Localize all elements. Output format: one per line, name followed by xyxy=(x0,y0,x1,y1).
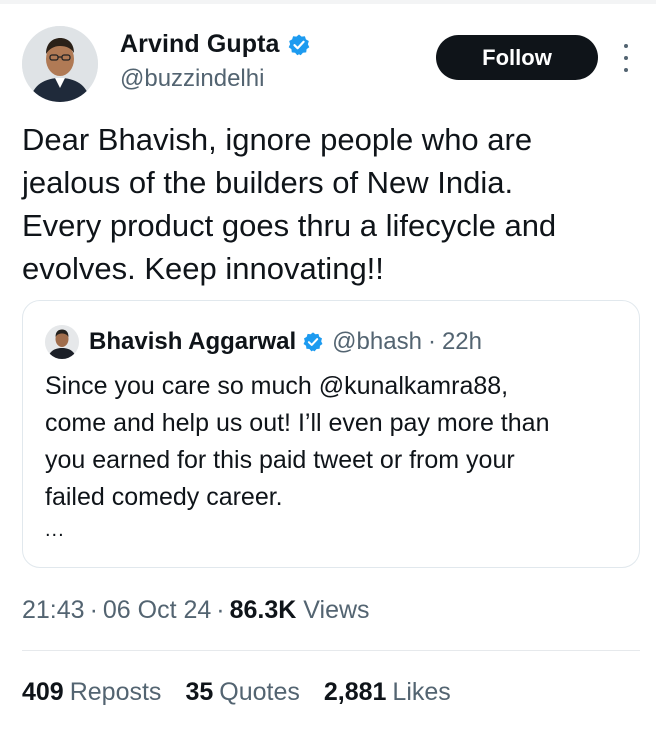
quoted-timestamp[interactable]: 22h xyxy=(442,328,482,356)
follow-button[interactable]: Follow xyxy=(436,35,598,80)
likes-label: Likes xyxy=(392,678,451,706)
views-label: Views xyxy=(303,596,370,624)
top-divider xyxy=(0,0,656,4)
tweet-text-line: jealous of the builders of New India. xyxy=(22,165,514,200)
views-count: 86.3K xyxy=(229,596,297,624)
quoted-tweet-card[interactable]: Bhavish Aggarwal @bhash · 22h Since you … xyxy=(22,300,640,568)
verified-badge-icon xyxy=(303,332,323,352)
person-avatar-icon xyxy=(45,325,79,359)
tweet-date[interactable]: 06 Oct 24 xyxy=(103,596,211,624)
person-avatar-icon xyxy=(22,26,98,102)
quoted-tweet-text: Since you care so much @kunalkamra88, co… xyxy=(45,368,635,516)
quoted-author-name[interactable]: Bhavish Aggarwal xyxy=(89,328,296,356)
author-handle[interactable]: @buzzindelhi xyxy=(120,65,264,93)
tweet-text-line: Every product goes thru a lifecycle and xyxy=(22,208,557,243)
quoted-author-avatar[interactable] xyxy=(45,325,79,359)
quoted-text-line: you earned for this paid tweet or from y… xyxy=(45,446,515,474)
quoted-text-line: failed comedy career. xyxy=(45,483,283,511)
tweet-meta: 21:43 · 06 Oct 24 · 86.3K Views xyxy=(22,596,370,625)
likes-stat[interactable]: 2,881 Likes xyxy=(324,678,451,707)
separator-dot: · xyxy=(427,328,436,355)
likes-count: 2,881 xyxy=(323,678,387,706)
tweet-text-line: evolves. Keep innovating!! xyxy=(22,251,384,286)
verified-badge-icon xyxy=(288,34,309,55)
separator-dot: · xyxy=(216,596,225,624)
vertical-ellipsis-icon[interactable] xyxy=(620,44,632,72)
quotes-count: 35 xyxy=(185,678,214,706)
tweet-time[interactable]: 21:43 xyxy=(22,596,85,624)
quoted-text-line: come and help us out! I’ll even pay more… xyxy=(45,409,550,437)
reposts-stat[interactable]: 409 Reposts xyxy=(22,678,161,707)
quotes-stat[interactable]: 35 Quotes xyxy=(185,678,299,707)
author-name-row: Arvind Gupta xyxy=(120,30,311,59)
truncation-ellipsis: ... xyxy=(45,519,65,541)
author-avatar[interactable] xyxy=(22,26,98,102)
tweet-text: Dear Bhavish, ignore people who are jeal… xyxy=(22,118,637,290)
quotes-label: Quotes xyxy=(219,678,300,706)
quoted-author-handle[interactable]: @bhash xyxy=(332,328,422,356)
reposts-label: Reposts xyxy=(69,678,162,706)
author-name[interactable]: Arvind Gupta xyxy=(120,30,280,59)
reposts-count: 409 xyxy=(22,678,64,706)
quoted-header: Bhavish Aggarwal @bhash · 22h xyxy=(89,325,482,359)
engagement-stats: 409 Reposts 35 Quotes 2,881 Likes xyxy=(22,678,475,707)
separator-dot: · xyxy=(89,596,98,624)
quoted-text-line: Since you care so much @kunalkamra88, xyxy=(45,372,509,400)
meta-divider xyxy=(22,650,640,651)
tweet-text-line: Dear Bhavish, ignore people who are xyxy=(22,122,533,157)
